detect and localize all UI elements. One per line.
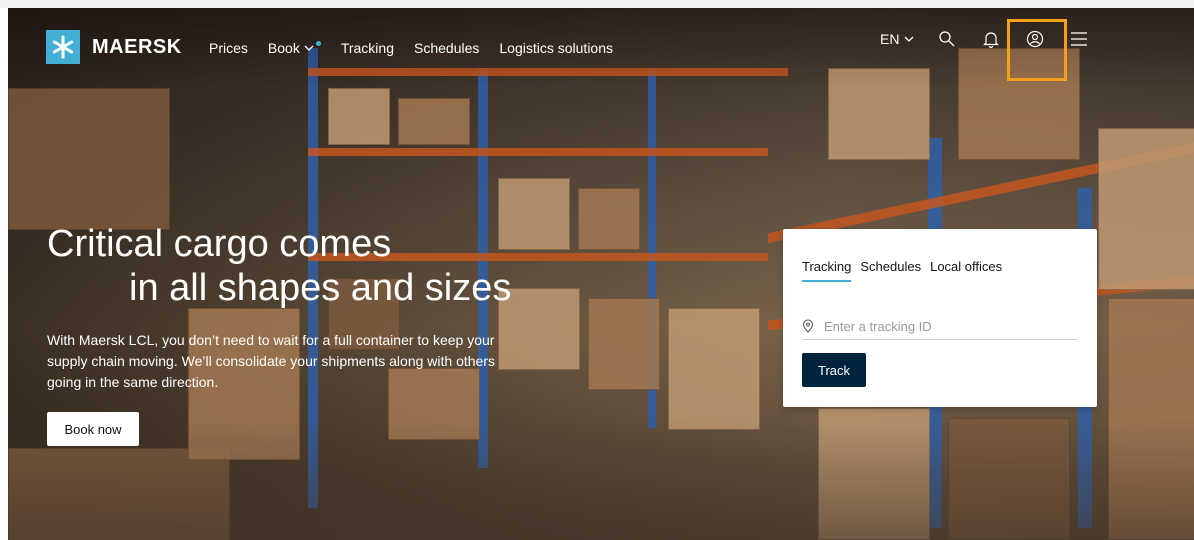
main-nav-links: Prices Book Tracking Schedules Logistics…	[209, 40, 613, 56]
language-selector[interactable]: EN	[880, 31, 914, 47]
book-now-button[interactable]: Book now	[47, 412, 139, 446]
location-pin-icon	[802, 319, 814, 333]
star-logo-icon	[46, 30, 80, 64]
account-highlight-box	[1007, 19, 1067, 81]
notifications-button[interactable]	[980, 28, 1002, 50]
notification-dot-icon	[315, 40, 321, 46]
headline-line-1: Critical cargo comes	[47, 223, 392, 265]
hero-headline: Critical cargo comes in all shapes and s…	[47, 222, 511, 310]
nav-item-tracking[interactable]: Tracking	[341, 40, 394, 56]
bell-icon	[983, 32, 1000, 48]
search-button[interactable]	[936, 28, 958, 50]
track-button[interactable]: Track	[802, 353, 866, 387]
nav-item-schedules[interactable]: Schedules	[414, 40, 479, 56]
nav-item-label: Schedules	[414, 40, 480, 56]
chevron-down-icon	[904, 36, 914, 42]
nav-item-prices[interactable]: Prices	[209, 40, 248, 56]
tab-tracking[interactable]: Tracking	[802, 259, 852, 282]
tracking-card: Tracking Schedules Local offices Track	[783, 229, 1097, 407]
headline-line-2: in all shapes and sizes	[129, 267, 512, 309]
tracking-tabs: Tracking Schedules Local offices	[802, 259, 1002, 282]
language-label: EN	[880, 31, 900, 47]
hero-subtext: With Maersk LCL, you don’t need to wait …	[47, 332, 495, 390]
tab-schedules[interactable]: Schedules	[860, 259, 921, 282]
browser-top-strip	[0, 0, 1194, 8]
tracking-id-field	[802, 313, 1077, 340]
nav-item-label: Tracking	[340, 40, 394, 56]
maersk-logo[interactable]: MAERSK	[46, 30, 182, 64]
menu-icon	[1071, 32, 1088, 46]
nav-item-label: Logistics solutions	[499, 40, 614, 56]
nav-item-label: Book	[267, 40, 300, 56]
nav-item-label: Prices	[209, 40, 248, 56]
tracking-id-input[interactable]	[822, 317, 1066, 335]
nav-item-book[interactable]: Book	[268, 40, 321, 56]
nav-item-logistics-solutions[interactable]: Logistics solutions	[499, 40, 613, 56]
menu-button[interactable]	[1068, 28, 1090, 50]
chevron-down-icon	[304, 45, 314, 51]
tab-local-offices[interactable]: Local offices	[930, 259, 1002, 282]
search-icon	[939, 31, 955, 47]
brand-name: MAERSK	[92, 35, 182, 58]
